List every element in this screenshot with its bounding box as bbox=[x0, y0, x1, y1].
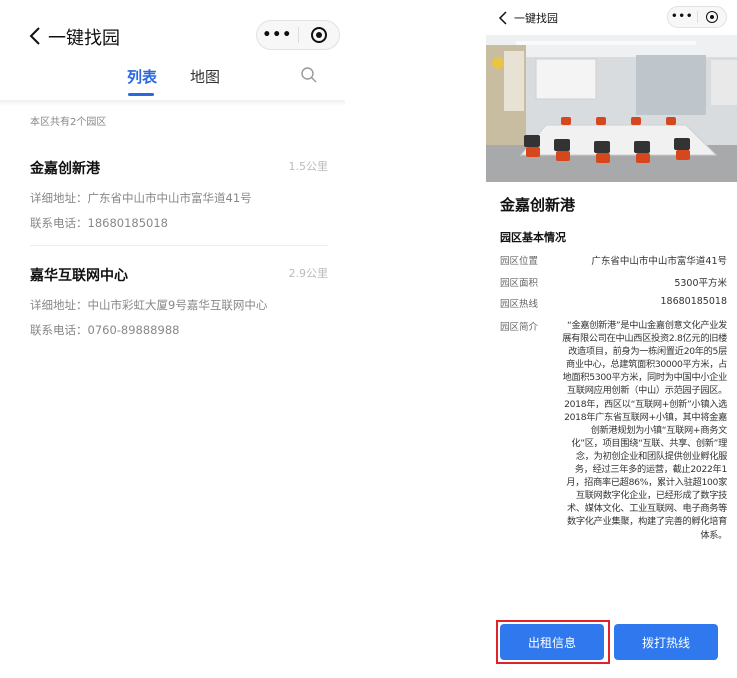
park-phone: 联系电话：18680185018 bbox=[30, 216, 168, 230]
tabs-shadow bbox=[0, 100, 345, 106]
close-capsule-button[interactable] bbox=[299, 27, 340, 43]
park-phone: 联系电话：0760-89888988 bbox=[30, 323, 180, 337]
info-label: 园区面积 bbox=[500, 278, 539, 289]
info-value: 18680185018 bbox=[660, 296, 728, 307]
back-arrow-icon[interactable] bbox=[498, 10, 508, 26]
info-value: 广东省中山市中山市富华道41号 bbox=[591, 256, 727, 267]
mini-program-capsule: ••• bbox=[256, 20, 340, 50]
tab-list[interactable]: 列表 bbox=[127, 66, 157, 87]
view-tabs: 列表 地图 bbox=[0, 60, 345, 100]
search-icon[interactable] bbox=[300, 66, 318, 84]
info-label: 园区简介 bbox=[500, 322, 539, 333]
close-capsule-button[interactable] bbox=[698, 11, 727, 23]
park-name: 嘉华互联网中心 bbox=[30, 268, 128, 284]
park-intro-text: “金嘉创新港”是中山金嘉创意文化产业发展有限公司在中山西区投资2.8亿元的旧楼改… bbox=[562, 320, 727, 541]
park-name: 金嘉创新港 bbox=[30, 161, 100, 177]
park-address: 详细地址：中山市彩虹大厦9号嘉华互联网中心 bbox=[30, 298, 268, 312]
highlight-box bbox=[496, 620, 610, 664]
card-divider bbox=[30, 245, 328, 246]
section-title: 园区基本情况 bbox=[500, 231, 566, 244]
park-detail-screen: 一键找园 ••• 金嘉创新港 园区基本情况 园区位置 广东省中山市中山市富华道4… bbox=[486, 0, 737, 678]
park-photo bbox=[486, 35, 737, 182]
target-icon bbox=[705, 11, 718, 23]
park-address: 详细地址：广东省中山市中山市富华道41号 bbox=[30, 191, 252, 205]
call-hotline-button[interactable]: 拨打热线 bbox=[614, 624, 718, 660]
more-icon[interactable]: ••• bbox=[257, 21, 298, 49]
info-value: 5300平方米 bbox=[674, 278, 727, 289]
more-icon[interactable]: ••• bbox=[668, 7, 697, 27]
park-list-screen: 一键找园 ••• 列表 地图 本区共有2个园区 金嘉创新港 1.5公里 详细地址… bbox=[0, 0, 345, 678]
page-title: 一键找园 bbox=[514, 12, 558, 25]
active-tab-indicator bbox=[128, 93, 154, 96]
tab-map[interactable]: 地图 bbox=[190, 66, 220, 87]
park-card[interactable]: 嘉华互联网中心 2.9公里 详细地址：中山市彩虹大厦9号嘉华互联网中心 联系电话… bbox=[30, 265, 328, 338]
park-distance: 1.5公里 bbox=[288, 160, 329, 173]
park-count: 本区共有2个园区 bbox=[30, 117, 107, 128]
info-label: 园区热线 bbox=[500, 299, 539, 310]
park-distance: 2.9公里 bbox=[288, 267, 329, 280]
nav-bar: 一键找园 ••• bbox=[0, 18, 345, 58]
back-arrow-icon[interactable] bbox=[28, 24, 42, 48]
target-icon bbox=[310, 27, 327, 43]
mini-program-capsule: ••• bbox=[667, 6, 727, 28]
park-name: 金嘉创新港 bbox=[500, 196, 576, 214]
page-title: 一键找园 bbox=[48, 28, 120, 49]
info-label: 园区位置 bbox=[500, 256, 539, 267]
nav-bar: 一键找园 ••• bbox=[486, 6, 737, 36]
park-card[interactable]: 金嘉创新港 1.5公里 详细地址：广东省中山市中山市富华道41号 联系电话：18… bbox=[30, 158, 328, 231]
